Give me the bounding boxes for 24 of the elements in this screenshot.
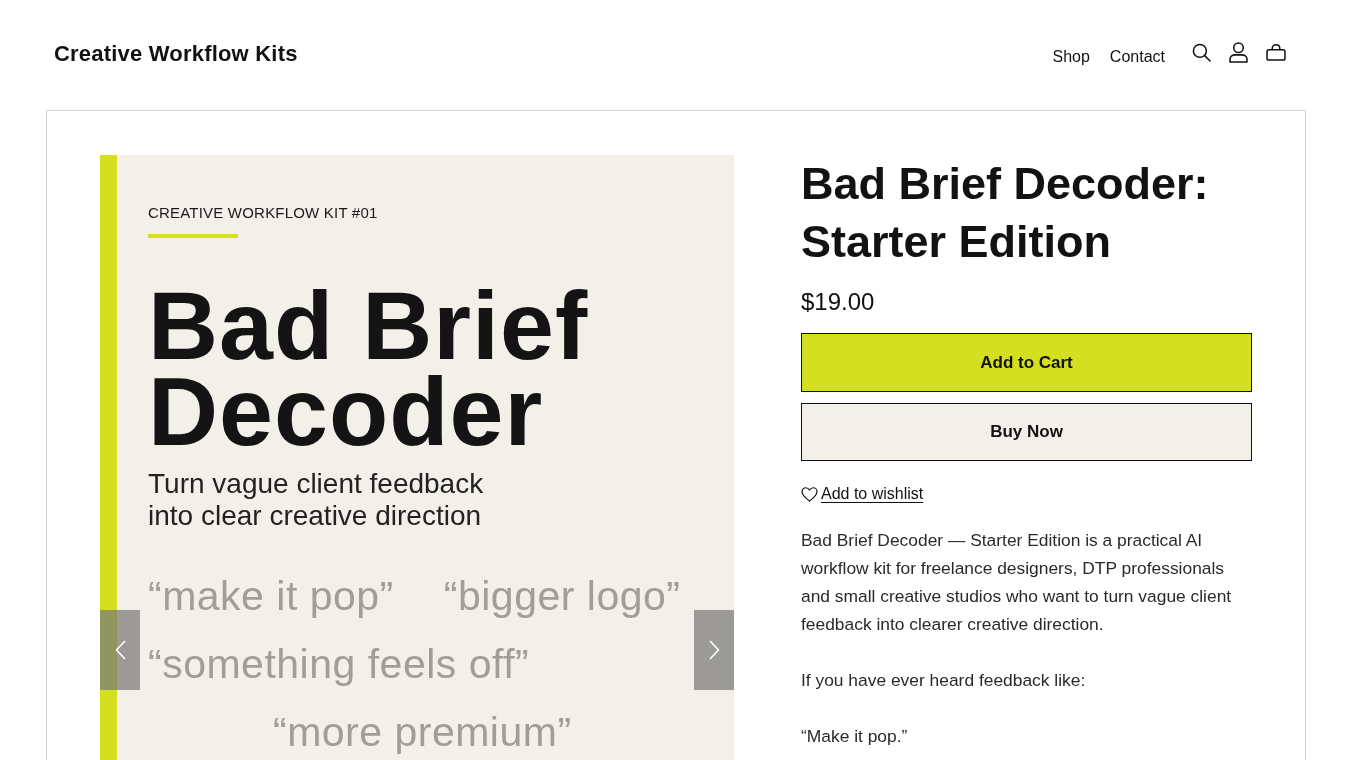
store-logo[interactable]: Creative Workflow Kits xyxy=(54,41,298,67)
nav-link[interactable]: Contact xyxy=(1109,48,1165,66)
shopping-bag-icon[interactable] xyxy=(1266,44,1286,61)
cover-subtitle: Turn vague client feedback into clear creative direction xyxy=(148,468,485,532)
cover-title: Bad Brief Decoder xyxy=(148,283,590,455)
cover-quote: “make it pop” xyxy=(148,572,394,621)
description-paragraph: Bad Brief Decoder — Starter Edition is a practical AI workflow kit for freelance designers, DTP professionals and small creative studios who want to turn vague client feedback into clearer creative direction. xyxy=(801,529,1233,636)
add-to-cart-button[interactable]: Add to Cart xyxy=(801,333,1252,392)
chevron-left-icon xyxy=(114,640,126,660)
wishlist-link[interactable]: Add to wishlist xyxy=(821,485,924,503)
buy-now-button[interactable]: Buy Now xyxy=(801,403,1252,461)
description-paragraph: If you have ever heard feedback like: xyxy=(801,669,1087,692)
heart-icon[interactable] xyxy=(801,486,818,502)
description-paragraph: “Make it pop.” xyxy=(801,725,909,748)
user-icon[interactable] xyxy=(1229,42,1248,63)
cover-quote: “bigger logo” xyxy=(443,572,681,621)
chevron-right-icon xyxy=(708,640,720,660)
cover-eyebrow: CREATIVE WORKFLOW KIT #01 xyxy=(148,204,378,222)
product-title: Bad Brief Decoder: Starter Edition xyxy=(801,157,1210,269)
cover-quote: “more premium” xyxy=(273,708,572,757)
cover-quote: “something feels off” xyxy=(148,640,530,689)
nav-link[interactable]: Shop xyxy=(1052,48,1090,66)
search-icon[interactable] xyxy=(1192,43,1211,62)
product-price: $19.00 xyxy=(801,287,876,317)
